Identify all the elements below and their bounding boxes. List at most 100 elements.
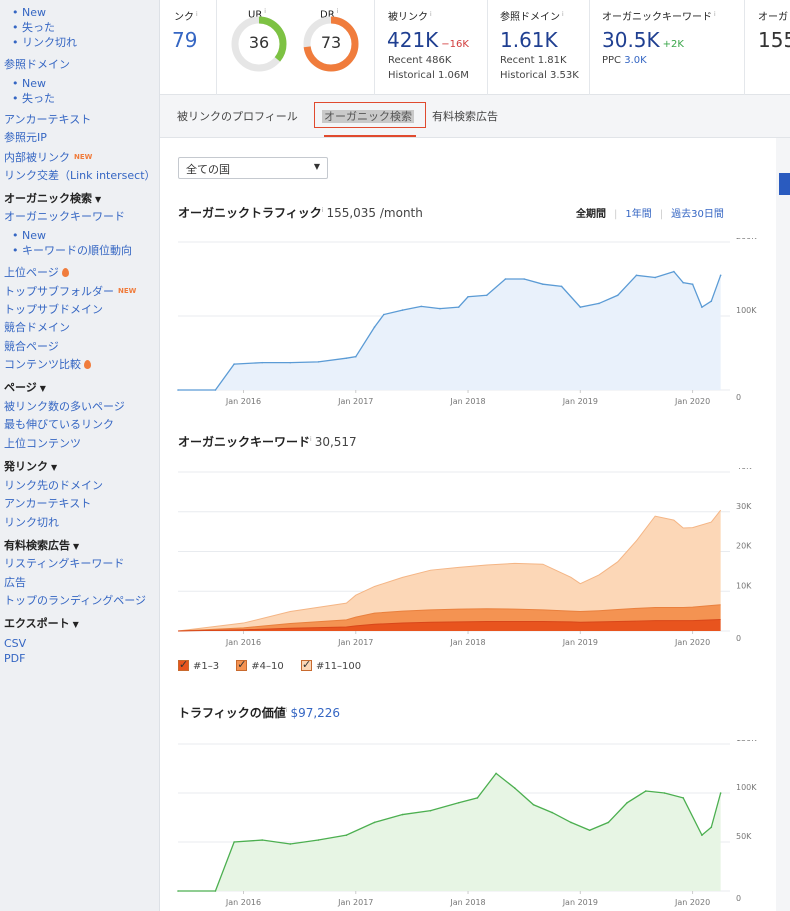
legend-top3[interactable]: #1–3 <box>178 658 219 672</box>
sidebar-item-12[interactable]: New <box>12 229 46 243</box>
sidebar-item-0[interactable]: New <box>12 6 46 20</box>
sidebar-item-5[interactable]: 失った <box>12 92 55 106</box>
sidebar-item-27[interactable]: リンク切れ <box>4 516 59 530</box>
chevron-down-icon: ▼ <box>313 162 320 171</box>
metric-partial-left[interactable]: ンク i 79 <box>160 0 217 95</box>
sidebar-item-2[interactable]: リンク切れ <box>12 36 77 50</box>
data-point <box>644 790 647 792</box>
checkbox-11-100[interactable] <box>300 658 312 671</box>
chevron-down-icon: ▼ <box>39 384 46 393</box>
ppc-value[interactable]: 3.0K <box>624 55 646 66</box>
sidebar-item-label: 有料検索広告 <box>4 539 70 552</box>
data-point <box>261 361 264 364</box>
sidebar-item-29[interactable]: リスティングキーワード <box>4 557 124 571</box>
chevron-down-icon: ▼ <box>72 620 79 629</box>
legend-11-100-label: #11–100 <box>315 661 362 672</box>
data-point <box>560 285 563 288</box>
sidebar-item-3[interactable]: 参照ドメイン <box>4 58 70 72</box>
sidebar-item-28[interactable]: 有料検索広告 ▼ <box>4 539 79 554</box>
data-point <box>261 839 264 841</box>
data-point <box>654 276 656 279</box>
series-area <box>178 271 721 390</box>
organic-kw-label: オーガニックキーワード <box>602 12 712 23</box>
metric-backlinks[interactable]: 被リンク i 421K −16K Recent 486K Historical 1.… <box>375 0 488 95</box>
y-tick-label: 50K <box>736 832 752 841</box>
sidebar-item-10[interactable]: オーガニック検索 ▼ <box>4 192 101 207</box>
checkbox-4-10[interactable] <box>236 658 248 671</box>
sidebar-item-23[interactable]: 上位コンテンツ <box>4 437 81 451</box>
x-tick-label: Jan 2019 <box>562 397 598 406</box>
value-amount[interactable]: $97,226 <box>290 706 340 720</box>
period-30days[interactable]: 過去30日間 <box>671 209 724 220</box>
info-icon[interactable]: i <box>286 707 288 714</box>
backlinks-recent: Recent 486K <box>388 55 452 66</box>
sidebar-item-19[interactable]: コンテンツ比較 <box>4 358 91 372</box>
sidebar-item-33[interactable]: CSV <box>4 637 26 651</box>
sidebar-item-8[interactable]: 内部被リンク NEW <box>4 150 92 165</box>
sidebar-item-label: トップのランディングページ <box>4 594 147 607</box>
data-point <box>289 361 292 364</box>
info-icon[interactable]: i <box>310 436 312 443</box>
country-select[interactable]: 全ての国 ▼ <box>178 157 328 179</box>
sidebar-item-24[interactable]: 発リンク ▼ <box>4 460 57 475</box>
y-tick-label: 30K <box>736 502 752 511</box>
sidebar-item-7[interactable]: 参照元IP <box>4 131 47 145</box>
info-icon[interactable]: i <box>322 207 324 214</box>
sidebar-item-31[interactable]: トップのランディングページ <box>4 594 146 608</box>
sidebar-item-15[interactable]: トップサブフォルダー NEW <box>4 284 136 299</box>
metric-partial-right[interactable]: オーガ 155 <box>745 0 790 95</box>
data-point <box>401 309 404 311</box>
sidebar-item-label: 広告 <box>4 576 26 589</box>
y-tick-label: 100K <box>736 306 757 315</box>
scrollbar[interactable] <box>776 138 790 911</box>
sidebar-item-21[interactable]: 被リンク数の多いページ <box>4 400 125 414</box>
sidebar-item-25[interactable]: リンク先のドメイン <box>4 479 103 493</box>
sidebar-item-14[interactable]: 上位ページ <box>4 266 69 280</box>
sidebar-item-30[interactable]: 広告 <box>4 576 26 590</box>
checkbox-top3[interactable] <box>178 658 189 671</box>
data-point <box>373 821 376 824</box>
data-point <box>626 802 628 804</box>
y-tick-label: 200K <box>736 238 757 241</box>
sidebar-item-4[interactable]: New <box>12 77 46 91</box>
sidebar-item-18[interactable]: 競合ページ <box>4 340 59 354</box>
tab-backlink-profile[interactable]: 被リンクのプロフィール <box>177 108 298 124</box>
country-select-value: 全ての国 <box>186 163 230 176</box>
metric-refdomains[interactable]: 参照ドメイン i 1.61K Recent 1.81K Historical 3.… <box>488 0 590 95</box>
data-point <box>177 890 179 892</box>
value-chart: 0 50K 100K 150K Jan 2016 Jan 2017 Jan 2018 Jan … <box>177 740 757 907</box>
sidebar-item-13[interactable]: キーワードの順位動向 <box>12 244 132 258</box>
sidebar-item-label: キーワードの順位動向 <box>22 244 132 257</box>
legend-11-100[interactable]: #11–100 <box>300 658 362 672</box>
x-tick-label: Jan 2017 <box>337 397 373 406</box>
sidebar-item-label: コンテンツ比較 <box>4 358 81 371</box>
sidebar-item-label: エクスポート <box>4 617 70 630</box>
sidebar-item-22[interactable]: 最も伸びているリンク <box>4 418 114 432</box>
chevron-down-icon: ▼ <box>73 542 80 551</box>
tab-organic-search[interactable]: オーガニック検索 <box>322 108 414 124</box>
keywords-chart: 0 10K 20K 30K 40K Jan 2016 Jan 2017 Jan 2018 Jan… <box>177 468 752 647</box>
sidebar-item-32[interactable]: エクスポート ▼ <box>4 617 79 632</box>
sidebar-item-16[interactable]: トップサブドメイン <box>4 303 103 317</box>
metric-organic-keywords[interactable]: オーガニックキーワード i 30.5K +2K PPC 3.0K <box>590 0 745 95</box>
sidebar-item-34[interactable]: PDF <box>4 652 25 666</box>
sidebar-item-26[interactable]: アンカーテキスト <box>4 497 91 511</box>
data-point <box>495 772 497 775</box>
data-point <box>607 821 610 824</box>
data-point <box>383 313 385 316</box>
sidebar-item-11[interactable]: オーガニックキーワード <box>4 210 125 224</box>
tab-paid-search[interactable]: 有料検索広告 <box>432 108 498 124</box>
sidebar-item-17[interactable]: 競合ドメイン <box>4 321 70 335</box>
period-1year[interactable]: 1年間 <box>625 209 651 220</box>
refdomains-historical: Historical 3.53K <box>500 70 579 81</box>
scrollbar-thumb[interactable] <box>779 173 790 195</box>
period-all[interactable]: 全期間 <box>576 209 606 220</box>
sidebar-item-1[interactable]: 失った <box>12 21 55 35</box>
sidebar-item-20[interactable]: ページ ▼ <box>4 381 46 396</box>
data-point <box>710 300 713 302</box>
x-tick-label: Jan 2017 <box>337 898 373 907</box>
sidebar-item-6[interactable]: アンカーテキスト <box>4 113 91 127</box>
sidebar-item-9[interactable]: リンク交差（Link intersect） <box>4 169 156 183</box>
backlinks-delta: −16K <box>441 39 469 50</box>
legend-4-10[interactable]: #4–10 <box>236 658 284 672</box>
